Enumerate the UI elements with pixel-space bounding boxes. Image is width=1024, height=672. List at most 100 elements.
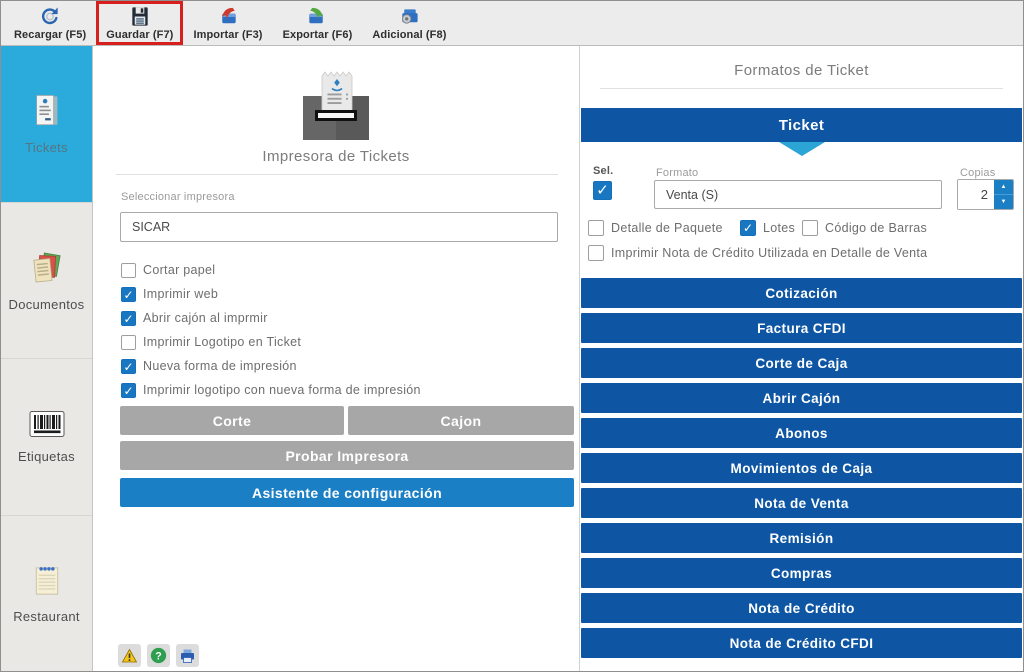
toolbar-button-adicional[interactable]: Adicional (F8) <box>362 1 456 45</box>
spinner-down-button[interactable]: ▼ <box>994 195 1013 209</box>
cajon-button[interactable]: Cajon <box>348 406 574 435</box>
checkbox-label: Cortar papel <box>143 263 215 277</box>
checkbox-abrir-cajon[interactable]: Abrir cajón al imprmir <box>121 306 421 330</box>
checkbox-lotes[interactable]: Lotes <box>740 216 795 240</box>
checkbox-label: Abrir cajón al imprmir <box>143 311 268 325</box>
import-icon <box>215 5 241 28</box>
checkbox-imprimir-web[interactable]: Imprimir web <box>121 282 421 306</box>
format-button-corte-de-caja[interactable]: Corte de Caja <box>581 348 1022 378</box>
checkbox-box[interactable] <box>740 220 756 236</box>
active-tab-caret-icon <box>779 142 825 156</box>
checkbox-label: Imprimir web <box>143 287 218 301</box>
spinner-up-button[interactable]: ▲ <box>994 180 1013 195</box>
format-button-nota-de-credito-cfdi[interactable]: Nota de Crédito CFDI <box>581 628 1022 658</box>
formats-panel: Formatos de Ticket Ticket Sel. Formato C… <box>579 46 1023 671</box>
format-button-compras[interactable]: Compras <box>581 558 1022 588</box>
printer-select-input[interactable] <box>120 212 558 242</box>
format-button-remision[interactable]: Remisión <box>581 523 1022 553</box>
sidebar: Tickets Documentos <box>1 46 93 671</box>
divider <box>600 88 1003 89</box>
checkbox-box[interactable] <box>588 220 604 236</box>
formato-input[interactable] <box>654 180 942 209</box>
checkbox-logotipo-ticket[interactable]: Imprimir Logotipo en Ticket <box>121 330 421 354</box>
printer-panel-title: Impresora de Tickets <box>94 148 578 165</box>
asistente-configuracion-button[interactable]: Asistente de configuración <box>120 478 574 507</box>
help-icon[interactable]: ? <box>147 644 170 667</box>
printer-panel: Impresora de Tickets Seleccionar impreso… <box>94 46 578 671</box>
save-floppy-icon <box>128 5 152 28</box>
format-button-nota-de-credito[interactable]: Nota de Crédito <box>581 593 1022 623</box>
sidebar-item-label: Etiquetas <box>18 449 75 464</box>
copias-input[interactable] <box>958 180 994 209</box>
toolbar-button-label: Exportar (F6) <box>283 29 353 41</box>
checkbox-label: Imprimir Nota de Crédito Utilizada en De… <box>611 246 927 260</box>
receipt-icon <box>30 93 64 130</box>
checkbox-label: Imprimir logotipo con nueva forma de imp… <box>143 383 421 397</box>
format-button-nota-de-venta[interactable]: Nota de Venta <box>581 488 1022 518</box>
checkbox-logotipo-nueva-forma[interactable]: Imprimir logotipo con nueva forma de imp… <box>121 378 421 402</box>
toolbar: Recargar (F5) Guardar (F7) Importar (F3) <box>1 1 1023 46</box>
notepad-icon <box>29 562 65 599</box>
probar-impresora-button[interactable]: Probar Impresora <box>120 441 574 470</box>
format-button-factura-cfdi[interactable]: Factura CFDI <box>581 313 1022 343</box>
checkbox-box[interactable] <box>802 220 818 236</box>
sidebar-item-tickets[interactable]: Tickets <box>1 46 92 203</box>
toolbar-button-guardar[interactable]: Guardar (F7) <box>96 1 183 45</box>
checkbox-cortar-papel[interactable]: Cortar papel <box>121 258 421 282</box>
checkbox-codigo-barras[interactable]: Código de Barras <box>802 216 927 240</box>
svg-text:?: ? <box>155 650 161 662</box>
sidebar-item-restaurant[interactable]: Restaurant <box>1 516 92 672</box>
sidebar-item-documentos[interactable]: Documentos <box>1 203 92 360</box>
warning-icon[interactable] <box>118 644 141 667</box>
checkbox-label: Nueva forma de impresión <box>143 359 297 373</box>
printer-select-label: Seleccionar impresora <box>121 191 235 203</box>
divider <box>116 174 558 175</box>
printer-options-list: Cortar papel Imprimir web Abrir cajón al… <box>121 258 421 402</box>
format-button-abrir-cajon[interactable]: Abrir Cajón <box>581 383 1022 413</box>
format-button-cotizacion[interactable]: Cotización <box>581 278 1022 308</box>
sel-checkbox[interactable] <box>593 181 612 200</box>
checkbox-label: Lotes <box>763 221 795 235</box>
toolbar-button-label: Adicional (F8) <box>372 29 446 41</box>
export-icon <box>304 5 330 28</box>
checkbox-label: Detalle de Paquete <box>611 221 723 235</box>
checkbox-nota-credito-detalle[interactable]: Imprimir Nota de Crédito Utilizada en De… <box>588 241 927 265</box>
checkbox-box[interactable] <box>121 383 136 398</box>
checkbox-detalle-paquete[interactable]: Detalle de Paquete <box>588 216 723 240</box>
checkbox-box[interactable] <box>588 245 604 261</box>
refresh-icon <box>37 5 63 28</box>
sidebar-item-label: Restaurant <box>13 609 80 624</box>
format-button-abonos[interactable]: Abonos <box>581 418 1022 448</box>
tab-ticket[interactable]: Ticket <box>581 108 1022 142</box>
toolbar-button-label: Recargar (F5) <box>14 29 86 41</box>
print-icon[interactable] <box>176 644 199 667</box>
format-buttons-list: Cotización Factura CFDI Corte de Caja Ab… <box>581 278 1022 663</box>
checkbox-label: Imprimir Logotipo en Ticket <box>143 335 301 349</box>
sel-label: Sel. <box>593 165 613 177</box>
sidebar-item-label: Tickets <box>25 140 68 155</box>
sidebar-item-etiquetas[interactable]: Etiquetas <box>1 359 92 516</box>
footer-icons: ? <box>118 644 199 667</box>
copias-stepper[interactable]: ▲ ▼ <box>957 179 1014 210</box>
barcode-icon <box>28 409 66 439</box>
toolbar-button-exportar[interactable]: Exportar (F6) <box>273 1 363 45</box>
sidebar-item-label: Documentos <box>9 297 85 312</box>
checkbox-box[interactable] <box>121 287 136 302</box>
format-button-movimientos-de-caja[interactable]: Movimientos de Caja <box>581 453 1022 483</box>
toolbar-button-importar[interactable]: Importar (F3) <box>183 1 272 45</box>
checkbox-box[interactable] <box>121 263 136 278</box>
checkbox-label: Código de Barras <box>825 221 927 235</box>
copias-spinner: ▲ ▼ <box>994 180 1013 209</box>
corte-button[interactable]: Corte <box>120 406 344 435</box>
checkbox-box[interactable] <box>121 311 136 326</box>
documents-stack-icon <box>28 249 66 287</box>
app-window: Recargar (F5) Guardar (F7) Importar (F3) <box>0 0 1024 672</box>
ticket-printer-icon <box>291 68 381 149</box>
formats-panel-title: Formatos de Ticket <box>580 62 1023 79</box>
checkbox-box[interactable] <box>121 335 136 350</box>
checkbox-box[interactable] <box>121 359 136 374</box>
printer-gear-icon <box>396 5 422 28</box>
checkbox-nueva-forma[interactable]: Nueva forma de impresión <box>121 354 421 378</box>
formato-label: Formato <box>656 167 698 179</box>
toolbar-button-recargar[interactable]: Recargar (F5) <box>4 1 96 45</box>
